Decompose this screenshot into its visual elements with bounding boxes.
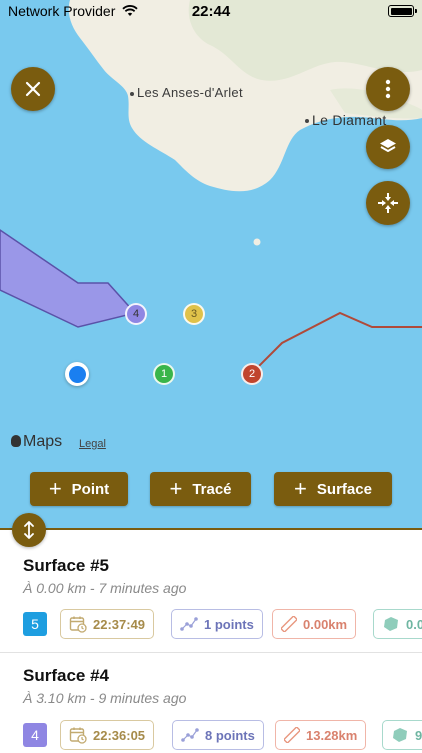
time-chip: 22:37:49 [60, 609, 155, 639]
surface-polygon [0, 229, 137, 328]
add-point-button[interactable]: + Point [30, 472, 128, 506]
ellipsis-vertical-icon [385, 79, 391, 99]
distance-chip: 13.28km [275, 720, 367, 750]
item-subtitle: À 3.10 km - 9 minutes ago [23, 690, 187, 706]
add-surface-label: Surface [316, 480, 372, 498]
maps-attribution-text: Maps [23, 433, 63, 450]
legal-link[interactable]: Legal [79, 438, 106, 450]
islet [253, 238, 261, 246]
list-item[interactable]: Surface #5 À 0.00 km - 7 minutes ago 5 2… [0, 530, 422, 652]
add-trace-label: Tracé [192, 480, 232, 498]
item-title: Surface #4 [23, 666, 109, 685]
items-sheet: Surface #5 À 0.00 km - 7 minutes ago 5 2… [0, 528, 422, 752]
layers-icon [380, 139, 396, 152]
item-number-badge: 4 [23, 723, 47, 747]
map-marker[interactable]: 1 [153, 363, 175, 385]
item-title: Surface #5 [23, 556, 109, 575]
area-chip: 0.0 [373, 609, 422, 639]
place-name: Le Diamant [312, 112, 387, 128]
add-trace-button[interactable]: + Tracé [150, 472, 251, 506]
polyline-points-icon [180, 617, 198, 631]
area-chip: 9 [382, 720, 422, 750]
plus-icon: + [48, 476, 62, 501]
time-value: 22:37:49 [93, 616, 146, 632]
map-base [0, 0, 422, 374]
map-marker[interactable]: 2 [241, 363, 263, 385]
ruler-icon [281, 616, 297, 632]
points-value: 1 points [204, 616, 254, 632]
recenter-button[interactable] [366, 181, 410, 225]
add-point-label: Point [71, 480, 110, 498]
list-item[interactable]: Surface #4 À 3.10 km - 9 minutes ago 4 2… [0, 653, 422, 753]
sheet-resize-handle[interactable] [12, 513, 46, 547]
place-label: Les Anses-d'Arlet [130, 85, 243, 100]
place-dot [130, 91, 134, 96]
points-chip: 1 points [171, 609, 263, 639]
plus-icon: + [294, 476, 307, 501]
close-icon [25, 81, 41, 97]
area-value: 9 [415, 727, 422, 743]
map-marker[interactable]: 4 [125, 303, 147, 325]
area-shape-icon [384, 617, 398, 631]
map-view[interactable]: Les Anses-d'Arlet Le Diamant 4 3 1 2 Map… [0, 0, 422, 530]
polyline-points-icon [181, 728, 199, 742]
user-location-dot [65, 362, 89, 386]
time-value: 22:36:05 [93, 727, 146, 743]
calendar-clock-icon [69, 616, 87, 633]
place-name: Les Anses-d'Arlet [137, 85, 243, 100]
distance-value: 13.28km [306, 727, 358, 743]
maps-attribution: Maps [11, 433, 62, 451]
map-layers-button[interactable] [366, 125, 410, 169]
points-value: 8 points [205, 727, 255, 743]
ruler-icon [284, 727, 300, 743]
plus-icon: + [169, 476, 183, 501]
add-surface-button[interactable]: + Surface [274, 472, 392, 506]
battery-icon [388, 5, 417, 17]
more-options-button[interactable] [366, 67, 410, 111]
item-subtitle: À 0.00 km - 7 minutes ago [23, 580, 187, 596]
distance-value: 0.00km [303, 616, 348, 632]
place-dot [305, 119, 309, 124]
time-chip: 22:36:05 [60, 720, 155, 750]
map-marker[interactable]: 3 [183, 303, 205, 325]
area-shape-icon [393, 728, 407, 742]
apple-logo-icon [11, 435, 21, 447]
resize-vertical-icon [24, 521, 34, 539]
clock: 22:44 [191, 3, 231, 20]
place-label: Le Diamant [305, 112, 387, 128]
area-value: 0.0 [406, 616, 422, 632]
status-bar: Network Provider 22:44 [0, 0, 422, 24]
close-button[interactable] [11, 67, 55, 111]
distance-chip: 0.00km [272, 609, 357, 639]
item-number-badge: 5 [23, 612, 47, 636]
calendar-clock-icon [69, 727, 87, 744]
arrows-inward-icon [378, 193, 398, 213]
points-chip: 8 points [172, 720, 264, 750]
trace-line [251, 311, 422, 374]
